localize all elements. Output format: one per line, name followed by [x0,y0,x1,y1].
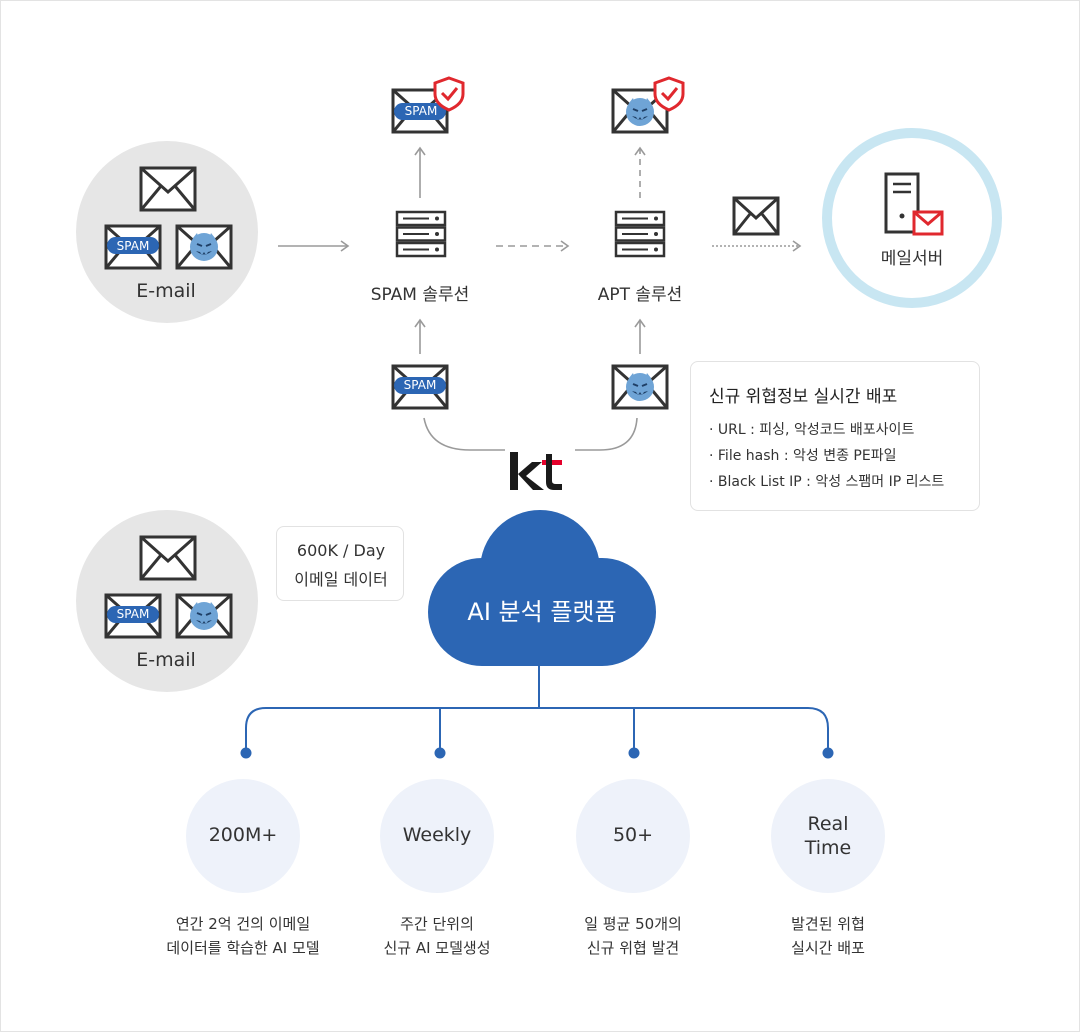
tree-dots [240,747,834,759]
daily-volume-value: 600K / Day [296,541,386,560]
email-label-top: E-mail [136,280,196,302]
envelope-icon [139,166,197,212]
ai-platform-label: AI 분석 플랫폼 [467,598,617,626]
envelope-icon [139,535,197,581]
server-rack-icon [614,210,666,258]
kt-logo [510,452,562,490]
daily-volume-caption: 이메일 데이터 [294,570,388,589]
tree-connectors [245,664,829,752]
spam-badge: SPAM [116,607,150,621]
metric-desc-line: 발견된 위협 [791,915,865,933]
mail-server-label: 메일서버 [880,249,944,269]
kt-feed-line [423,417,638,451]
spam-badge: SPAM [404,104,438,118]
server-rack-icon [395,210,447,258]
threat-info-item: · Black List IP : 악성 스팸머 IP 리스트 [709,474,945,490]
virus-envelope-icon [175,593,233,639]
metric-desc-line: 일 평균 50개의 [584,915,682,933]
envelope-icon [732,196,780,236]
metric-value: 200M+ [208,824,278,846]
metric-value: Real [807,813,849,835]
virus-envelope-icon [175,224,233,270]
metric-circle-realtime: Real Time [771,779,885,893]
metric-desc-line: 실시간 배포 [791,939,865,957]
apt-solution-label: APT 솔루션 [597,285,683,305]
metric-description: 연간 2억 건의 이메일 데이터를 학습한 AI 모델 [143,912,343,960]
metric-desc-line: 데이터를 학습한 AI 모델 [166,939,320,957]
metric-description: 주간 단위의 신규 AI 모델생성 [337,912,537,960]
spam-badge: SPAM [116,239,150,253]
metric-desc-line: 신규 위협 발견 [586,939,680,957]
metric-description: 일 평균 50개의 신규 위협 발견 [533,912,733,960]
server-tower-icon [884,172,944,236]
metric-circle-volume: 200M+ [186,779,300,893]
spam-badge: SPAM [403,378,437,392]
threat-info-title: 신규 위협정보 실시간 배포 [709,387,898,407]
metric-description: 발견된 위협 실시간 배포 [728,912,928,960]
virus-envelope-shield-icon [611,76,685,134]
metric-circle-threats: 50+ [576,779,690,893]
metric-desc-line: 주간 단위의 [400,915,474,933]
threat-info-box: 신규 위협정보 실시간 배포 · URL : 피싱, 악성코드 배포사이트 · … [690,361,980,511]
metric-desc-line: 연간 2억 건의 이메일 [175,915,311,933]
spam-solution-label: SPAM 솔루션 [370,285,470,305]
metric-desc-line: 신규 AI 모델생성 [383,939,491,957]
metric-circle-cadence: Weekly [380,779,494,893]
metric-value: Weekly [402,824,472,846]
cloud-icon [428,510,656,666]
daily-volume-box: 600K / Day 이메일 데이터 [276,526,404,601]
threat-info-item: · URL : 피싱, 악성코드 배포사이트 [709,422,915,438]
metric-value: 50+ [612,824,654,846]
email-label-bottom: E-mail [136,649,196,671]
threat-info-item: · File hash : 악성 변종 PE파일 [709,448,897,464]
metric-value: Time [804,837,852,859]
virus-envelope-icon [611,364,669,410]
